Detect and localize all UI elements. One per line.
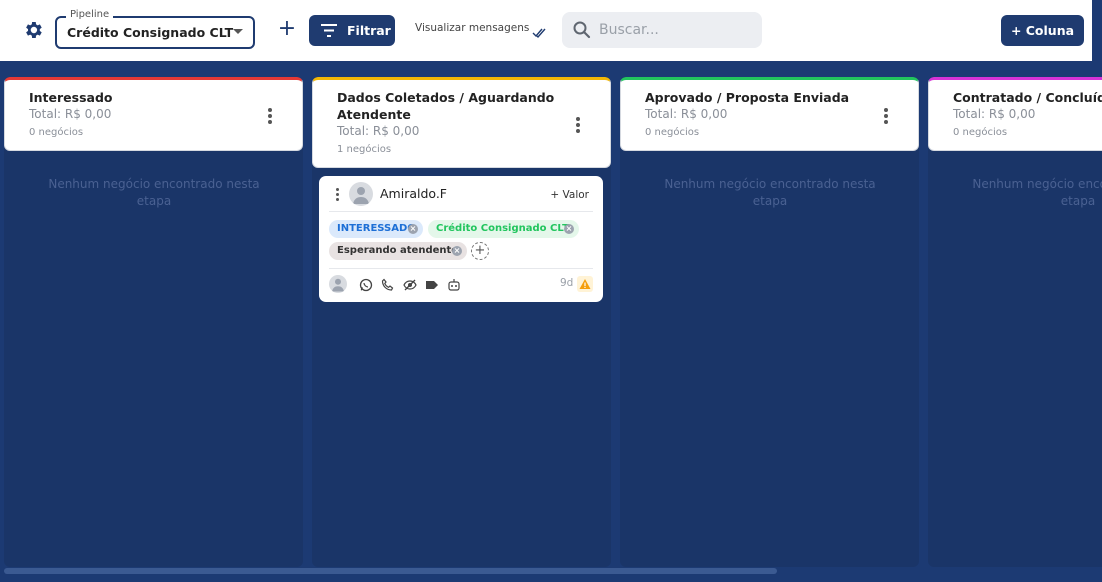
add-pipeline-button[interactable]: + bbox=[276, 18, 298, 42]
stage-count: 0 negócios bbox=[645, 127, 700, 138]
stage-column-aprovado: Aprovado / Proposta Enviada Total: R$ 0,… bbox=[620, 77, 919, 567]
stage-column-interessado: Interessado Total: R$ 0,00 0 negócios Ne… bbox=[4, 77, 303, 567]
empty-stage-message: Nenhum negócio encontrado nesta etapa bbox=[48, 177, 260, 208]
add-tag-button[interactable]: + bbox=[471, 242, 489, 260]
add-column-button[interactable]: + Coluna bbox=[1001, 15, 1084, 46]
robot-icon[interactable] bbox=[447, 277, 461, 291]
stage-header: Interessado Total: R$ 0,00 0 negócios bbox=[4, 77, 303, 151]
gear-icon[interactable] bbox=[22, 19, 44, 41]
more-vert-icon[interactable] bbox=[884, 108, 888, 126]
search-input[interactable] bbox=[599, 20, 749, 40]
divider bbox=[329, 211, 593, 212]
tag-chip[interactable]: INTERESSADO × bbox=[329, 220, 423, 238]
stage-total: Total: R$ 0,00 bbox=[645, 107, 728, 121]
search-box bbox=[562, 12, 762, 48]
top-toolbar: Pipeline Crédito Consignado CLT + Filtra… bbox=[0, 0, 1092, 61]
plus-icon: + bbox=[277, 16, 297, 41]
tag-label: Crédito Consignado CLT bbox=[436, 223, 569, 234]
filter-icon bbox=[321, 24, 337, 37]
tag-chip[interactable]: Esperando atendente × bbox=[329, 242, 467, 260]
stage-header: Contratado / Concluído Total: R$ 0,00 0 … bbox=[928, 77, 1102, 151]
chevron-down-icon bbox=[233, 29, 243, 34]
whatsapp-icon[interactable] bbox=[359, 277, 373, 292]
stage-header: Dados Coletados / Aguardando Atendente T… bbox=[312, 77, 611, 168]
add-value-button[interactable]: + Valor bbox=[550, 189, 589, 201]
contact-name[interactable]: Amiraldo.F bbox=[380, 186, 447, 201]
view-messages-toggle[interactable]: Visualizar mensagens bbox=[415, 22, 529, 34]
double-check-icon[interactable] bbox=[532, 23, 546, 42]
stage-total: Total: R$ 0,00 bbox=[337, 124, 420, 138]
stage-count: 1 negócios bbox=[337, 144, 392, 155]
remove-tag-icon[interactable]: × bbox=[408, 224, 418, 234]
stage-column-contratado: Contratado / Concluído Total: R$ 0,00 0 … bbox=[928, 77, 1102, 567]
horizontal-scrollbar[interactable] bbox=[4, 568, 777, 574]
pipeline-value: Crédito Consignado CLT bbox=[67, 25, 234, 40]
tag-label: INTERESSADO bbox=[337, 223, 416, 234]
assignee-avatar[interactable] bbox=[329, 275, 347, 293]
tag-icon[interactable] bbox=[425, 277, 439, 291]
drag-handle-icon[interactable] bbox=[336, 188, 340, 203]
filter-label: Filtrar bbox=[347, 23, 391, 38]
tag-label: Esperando atendente bbox=[337, 245, 459, 256]
deal-age: 9d bbox=[560, 277, 574, 289]
avatar bbox=[349, 182, 373, 206]
search-icon bbox=[573, 21, 591, 39]
pipeline-label: Pipeline bbox=[66, 9, 114, 21]
stage-column-dados-coletados: Dados Coletados / Aguardando Atendente T… bbox=[312, 77, 611, 567]
stage-header: Aprovado / Proposta Enviada Total: R$ 0,… bbox=[620, 77, 919, 151]
remove-tag-icon[interactable]: × bbox=[564, 224, 574, 234]
deal-card[interactable]: Amiraldo.F + Valor INTERESSADO × Crédito… bbox=[319, 176, 603, 302]
stage-title: Dados Coletados / Aguardando Atendente bbox=[337, 90, 555, 122]
stage-title: Interessado bbox=[29, 90, 113, 105]
empty-stage-message: Nenhum negócio encontrado nesta etapa bbox=[664, 177, 876, 208]
tag-chip[interactable]: Crédito Consignado CLT × bbox=[428, 220, 579, 238]
stage-total: Total: R$ 0,00 bbox=[953, 107, 1036, 121]
divider bbox=[329, 268, 593, 269]
stage-total: Total: R$ 0,00 bbox=[29, 107, 112, 121]
eye-off-icon[interactable] bbox=[403, 277, 417, 291]
stage-title: Contratado / Concluído bbox=[953, 90, 1102, 105]
filter-button[interactable]: Filtrar bbox=[309, 15, 395, 46]
remove-tag-icon[interactable]: × bbox=[452, 246, 462, 256]
stage-count: 0 negócios bbox=[953, 127, 1008, 138]
phone-icon[interactable] bbox=[381, 277, 395, 291]
pipeline-select[interactable]: Pipeline Crédito Consignado CLT bbox=[55, 9, 255, 49]
stage-count: 0 negócios bbox=[29, 127, 84, 138]
empty-stage-message: Nenhum negócio encontrado nesta etapa bbox=[972, 177, 1102, 208]
more-vert-icon[interactable] bbox=[576, 117, 580, 135]
more-vert-icon[interactable] bbox=[268, 108, 272, 126]
stage-title: Aprovado / Proposta Enviada bbox=[645, 90, 850, 105]
warning-icon[interactable] bbox=[577, 276, 593, 292]
